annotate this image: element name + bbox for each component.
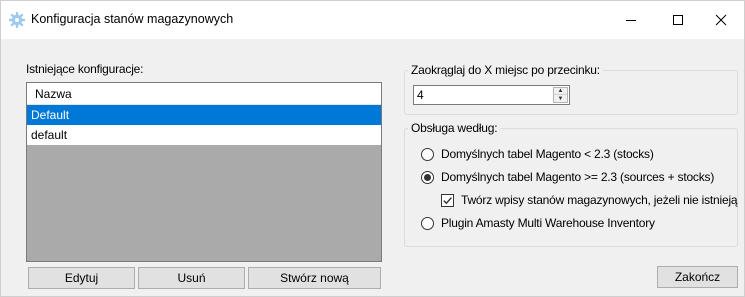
checkmark-icon (443, 197, 452, 205)
radio-magento-sources-label: Domyślnych tabel Magento >= 2.3 (sources… (441, 170, 715, 184)
arrow-down-icon[interactable]: ▼ (554, 95, 567, 102)
radio-magento-sources[interactable] (421, 171, 434, 184)
minimize-icon (626, 20, 636, 21)
dialog-window: Konfiguracja stanów magazynowych Istniej… (0, 0, 745, 297)
column-header-name[interactable]: Nazwa (27, 83, 381, 105)
configs-list[interactable]: Nazwa Default default (26, 82, 382, 262)
edit-button[interactable]: Edytuj (28, 267, 135, 289)
finish-button[interactable]: Zakończ (657, 266, 738, 288)
delete-button[interactable]: Usuń (138, 267, 245, 289)
configs-label: Istniejące konfiguracje: (26, 62, 144, 76)
list-item-label: default (31, 128, 68, 142)
maximize-button[interactable] (655, 1, 701, 39)
gear-icon (9, 12, 25, 28)
rounding-value: 4 (417, 88, 424, 102)
title-bar[interactable]: Konfiguracja stanów magazynowych (1, 1, 744, 39)
close-button[interactable] (698, 1, 744, 39)
maximize-icon (673, 15, 683, 25)
create-records-label: Twórz wpisy stanów magazynowych, jeżeli … (461, 193, 738, 207)
spin-buttons: ▲ ▼ (553, 87, 568, 103)
radio-magento-stocks-label: Domyślnych tabel Magento < 2.3 (stocks) (441, 147, 654, 161)
create-records-checkbox[interactable] (441, 194, 454, 207)
list-item-label: Default (31, 108, 70, 122)
list-item[interactable]: default (27, 125, 381, 145)
window-title: Konfiguracja stanów magazynowych (31, 12, 234, 26)
arrow-up-icon[interactable]: ▲ (554, 88, 567, 95)
close-icon (715, 14, 727, 26)
column-header-label: Nazwa (35, 87, 72, 101)
list-item[interactable]: Default (27, 105, 381, 125)
create-new-button[interactable]: Stwórz nową (248, 267, 381, 289)
radio-magento-stocks[interactable] (421, 148, 434, 161)
radio-amasty-label: Plugin Amasty Multi Warehouse Inventory (441, 216, 655, 230)
rounding-stepper[interactable]: 4 ▲ ▼ (413, 85, 570, 105)
radio-amasty[interactable] (421, 217, 434, 230)
handling-label: Obsługa według: (408, 121, 501, 135)
rounding-label: Zaokrąglaj do X miejsc po przecinku: (408, 63, 603, 77)
minimize-button[interactable] (608, 1, 654, 39)
